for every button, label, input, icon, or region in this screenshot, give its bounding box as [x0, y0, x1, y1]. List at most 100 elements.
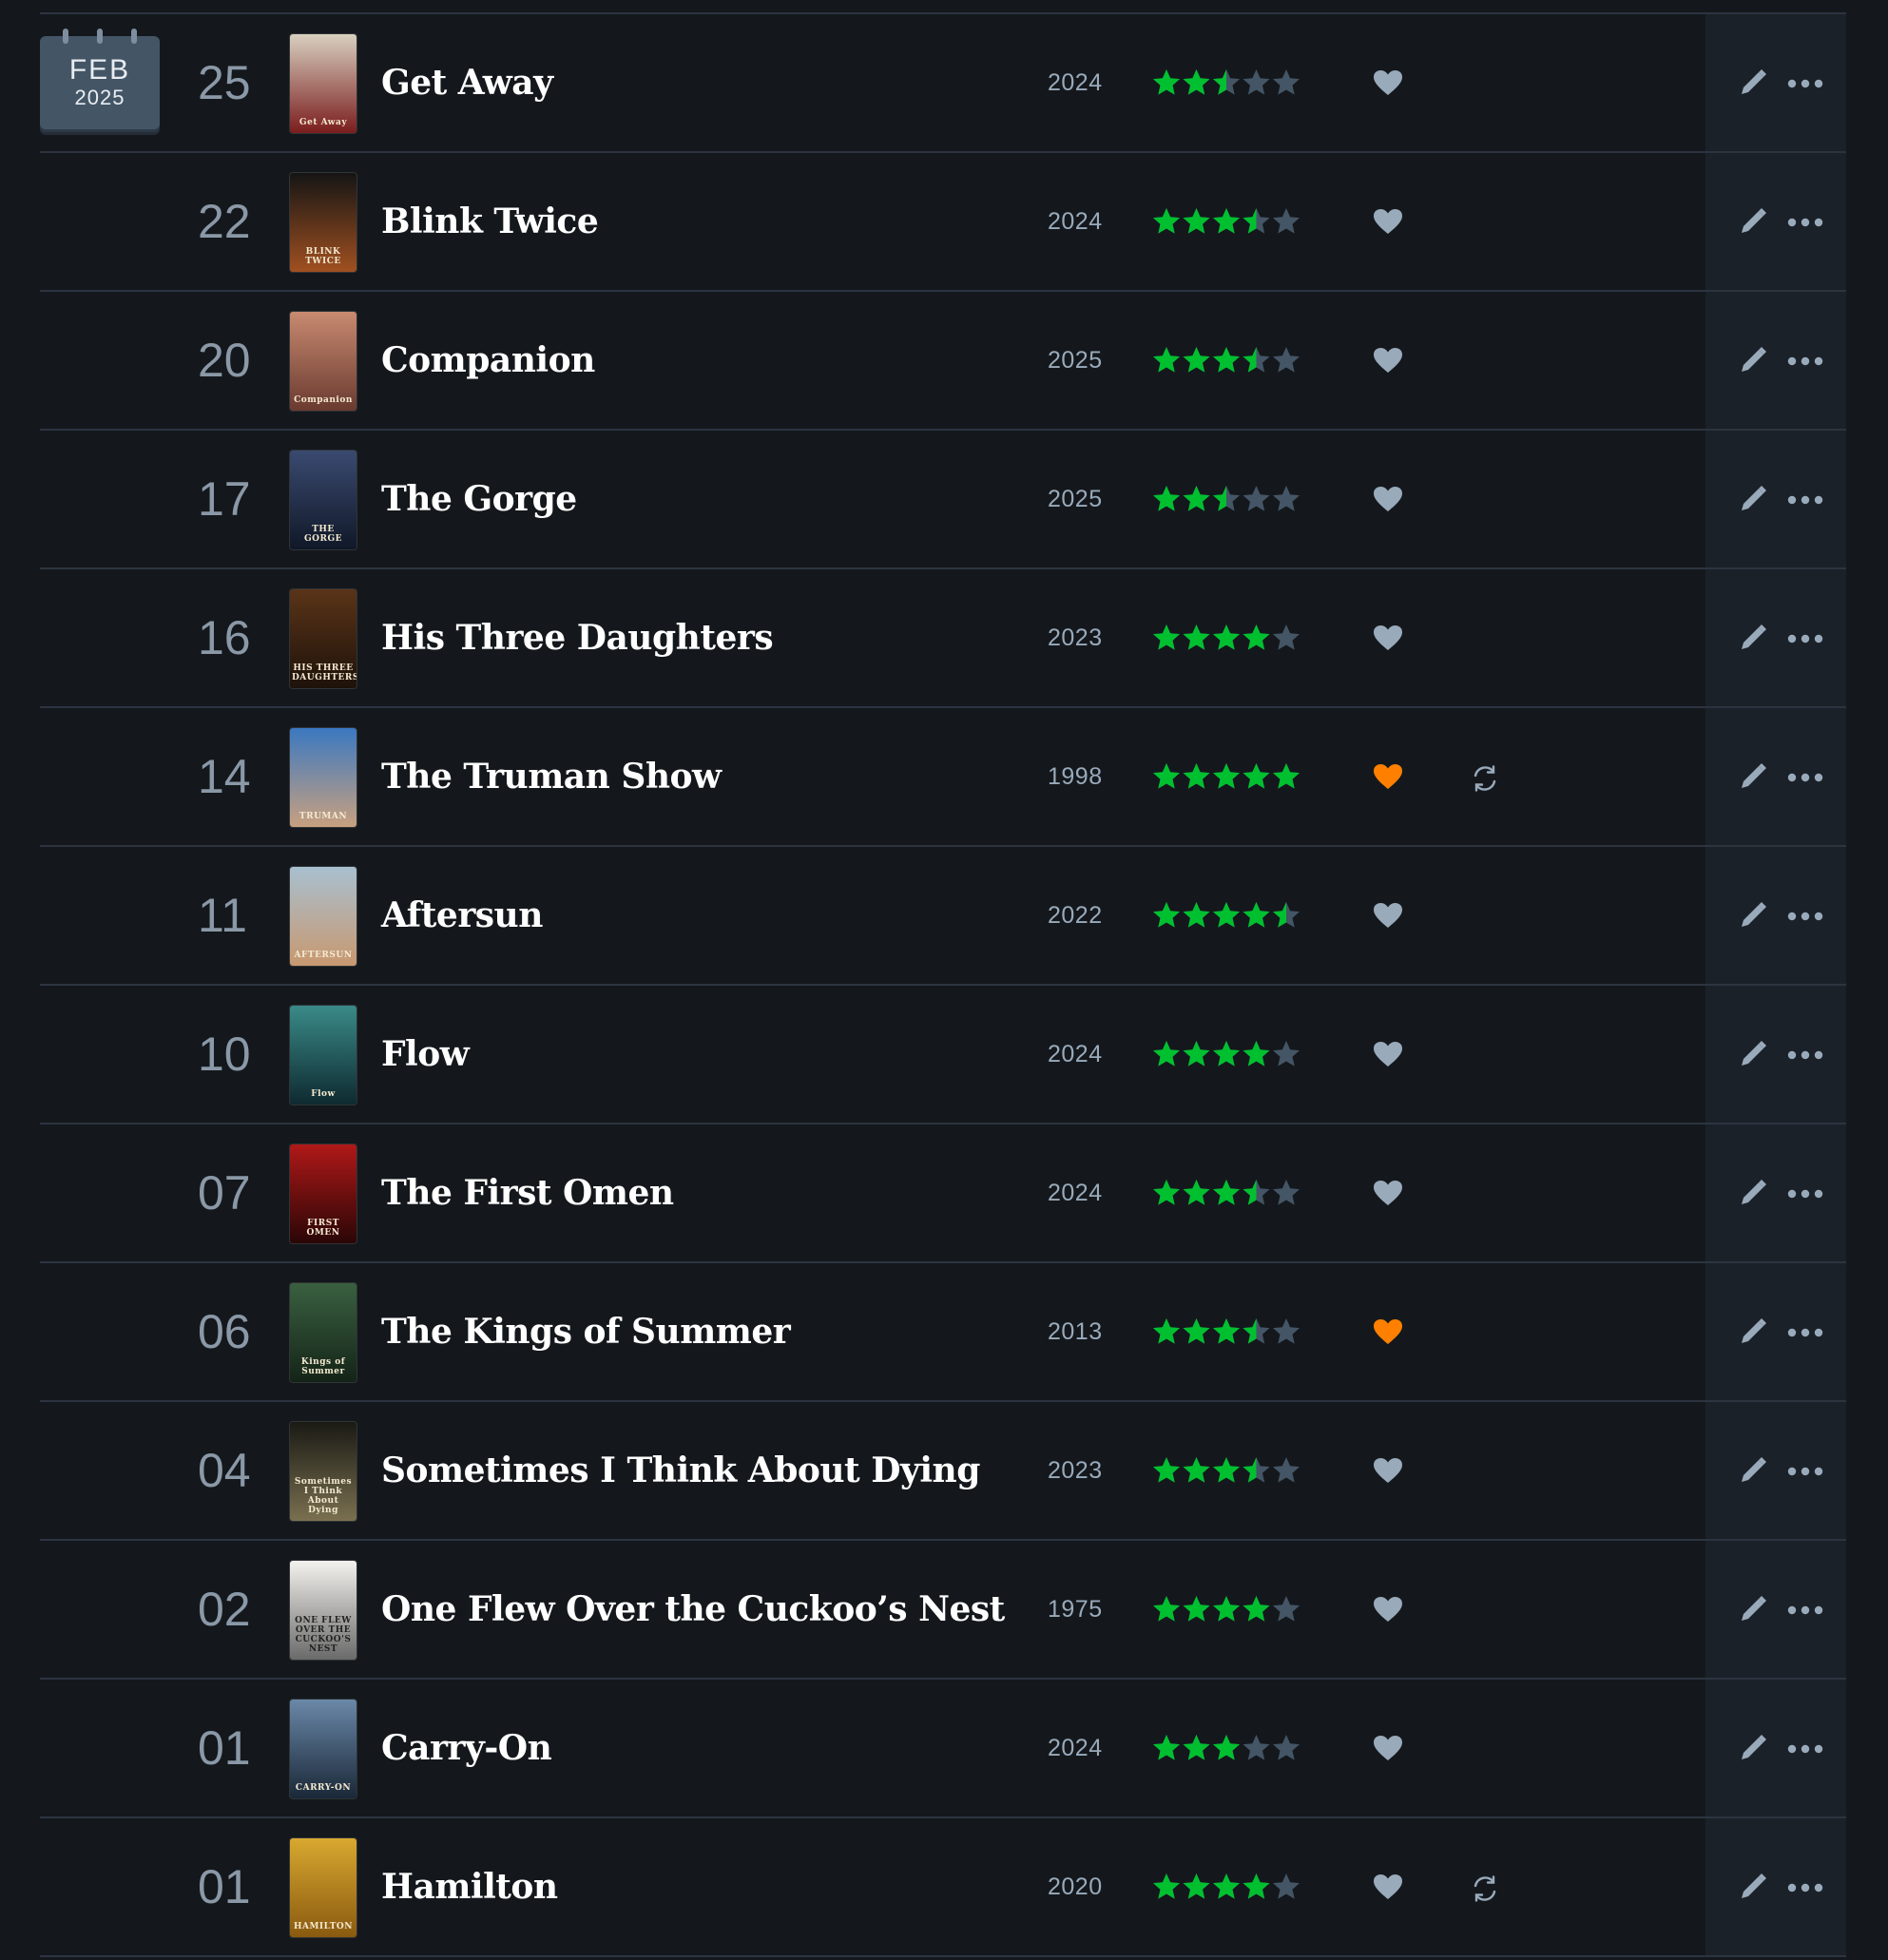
film-poster[interactable]: Kings of Summer	[290, 1283, 356, 1382]
edit-pencil-icon[interactable]	[1738, 1455, 1768, 1486]
star-rating	[1151, 1455, 1303, 1486]
more-options-icon[interactable]	[1786, 216, 1824, 229]
actions-column-bg	[1705, 708, 1846, 845]
film-poster[interactable]: THE GORGE	[290, 451, 356, 549]
film-title-link[interactable]: The Truman Show	[381, 708, 722, 845]
edit-pencil-icon[interactable]	[1738, 623, 1768, 653]
like-heart-icon[interactable]	[1373, 208, 1403, 235]
more-options-icon[interactable]	[1786, 910, 1824, 923]
star-rating	[1151, 1178, 1303, 1208]
more-options-icon[interactable]	[1786, 1187, 1824, 1201]
film-poster[interactable]: Flow	[290, 1006, 356, 1105]
edit-pencil-icon[interactable]	[1738, 345, 1768, 375]
edit-pencil-icon[interactable]	[1738, 206, 1768, 237]
more-options-icon[interactable]	[1786, 1742, 1824, 1756]
like-heart-icon[interactable]	[1373, 1318, 1403, 1345]
more-options-icon[interactable]	[1786, 1326, 1824, 1339]
like-heart-icon[interactable]	[1373, 1457, 1403, 1484]
film-title-link[interactable]: The Gorge	[381, 431, 577, 567]
calendar-month-badge[interactable]: FEB 2025	[40, 29, 160, 129]
film-title-link[interactable]: Aftersun	[381, 847, 543, 984]
poster-caption: BLINK TWICE	[305, 247, 341, 266]
release-year[interactable]: 1998	[1048, 708, 1103, 845]
film-title-link[interactable]: Flow	[381, 986, 470, 1123]
release-year[interactable]: 2024	[1048, 1680, 1103, 1816]
like-heart-icon[interactable]	[1373, 1180, 1403, 1206]
like-heart-icon[interactable]	[1373, 486, 1403, 512]
edit-pencil-icon[interactable]	[1738, 1872, 1768, 1902]
film-poster[interactable]: Get Away	[290, 34, 356, 133]
more-options-icon[interactable]	[1786, 1048, 1824, 1062]
release-year[interactable]: 2020	[1048, 1818, 1103, 1955]
more-options-icon[interactable]	[1786, 1881, 1824, 1894]
film-poster[interactable]: FIRST OMEN	[290, 1144, 356, 1243]
release-year[interactable]: 1975	[1048, 1541, 1103, 1678]
like-heart-icon[interactable]	[1373, 1874, 1403, 1900]
rewatch-icon	[1470, 763, 1500, 794]
edit-pencil-icon[interactable]	[1738, 1316, 1768, 1347]
film-title-link[interactable]: One Flew Over the Cuckoo’s Nest	[381, 1541, 1005, 1678]
edit-pencil-icon[interactable]	[1738, 484, 1768, 514]
more-options-icon[interactable]	[1786, 355, 1824, 368]
release-year[interactable]: 2022	[1048, 847, 1103, 984]
release-year[interactable]: 2024	[1048, 153, 1103, 290]
like-heart-icon[interactable]	[1373, 763, 1403, 790]
more-options-icon[interactable]	[1786, 1604, 1824, 1617]
like-heart-icon[interactable]	[1373, 1041, 1403, 1067]
edit-pencil-icon[interactable]	[1738, 761, 1768, 792]
like-heart-icon[interactable]	[1373, 625, 1403, 651]
edit-pencil-icon[interactable]	[1738, 1178, 1768, 1208]
release-year[interactable]: 2025	[1048, 292, 1103, 429]
film-title-link[interactable]: The First Omen	[381, 1124, 674, 1261]
diary-entry-row: 01 HAMILTON Hamilton 2020	[40, 1818, 1846, 1957]
like-heart-icon[interactable]	[1373, 1735, 1403, 1761]
more-options-icon[interactable]	[1786, 771, 1824, 784]
edit-pencil-icon[interactable]	[1738, 1594, 1768, 1624]
film-poster[interactable]: AFTERSUN	[290, 867, 356, 966]
film-poster[interactable]: ONE FLEW OVER THE CUCKOO'S NEST	[290, 1561, 356, 1660]
film-title-link[interactable]: Hamilton	[381, 1818, 558, 1955]
film-poster[interactable]: BLINK TWICE	[290, 173, 356, 272]
rewatch-icon	[1470, 1874, 1500, 1904]
diary-entry-row: 14 TRUMAN The Truman Show 1998	[40, 708, 1846, 847]
edit-pencil-icon[interactable]	[1738, 1733, 1768, 1763]
film-poster[interactable]: TRUMAN	[290, 728, 356, 827]
actions-column-bg	[1705, 1818, 1846, 1955]
more-options-icon[interactable]	[1786, 1465, 1824, 1478]
release-year[interactable]: 2025	[1048, 431, 1103, 567]
diary-entry-row: 22 BLINK TWICE Blink Twice 2024	[40, 153, 1846, 292]
diary-entry-row: 11 AFTERSUN Aftersun 2022	[40, 847, 1846, 986]
like-heart-icon[interactable]	[1373, 69, 1403, 96]
like-heart-icon[interactable]	[1373, 902, 1403, 929]
film-title-link[interactable]: Get Away	[381, 14, 553, 151]
release-year[interactable]: 2023	[1048, 569, 1103, 706]
film-poster[interactable]: CARRY-ON	[290, 1700, 356, 1798]
release-year[interactable]: 2024	[1048, 1124, 1103, 1261]
film-title-link[interactable]: His Three Daughters	[381, 569, 774, 706]
edit-pencil-icon[interactable]	[1738, 900, 1768, 931]
film-poster[interactable]: Companion	[290, 312, 356, 411]
more-options-icon[interactable]	[1786, 632, 1824, 645]
film-title-link[interactable]: Companion	[381, 292, 595, 429]
edit-pencil-icon[interactable]	[1738, 1039, 1768, 1069]
more-options-icon[interactable]	[1786, 493, 1824, 507]
film-poster[interactable]: HAMILTON	[290, 1838, 356, 1937]
release-year[interactable]: 2024	[1048, 986, 1103, 1123]
edit-pencil-icon[interactable]	[1738, 67, 1768, 98]
diary-list: 25 Get Away Get Away 2024 FEB 2025 22 BLI…	[40, 0, 1846, 1957]
release-year[interactable]: 2024	[1048, 14, 1103, 151]
like-heart-icon[interactable]	[1373, 1596, 1403, 1623]
star-rating	[1151, 345, 1303, 375]
poster-caption: Flow	[311, 1089, 336, 1099]
like-heart-icon[interactable]	[1373, 347, 1403, 374]
film-title-link[interactable]: The Kings of Summer	[381, 1263, 791, 1400]
star-rating	[1151, 484, 1303, 514]
film-poster[interactable]: Sometimes I Think About Dying	[290, 1422, 356, 1521]
film-title-link[interactable]: Carry-On	[381, 1680, 552, 1816]
release-year[interactable]: 2023	[1048, 1402, 1103, 1539]
release-year[interactable]: 2013	[1048, 1263, 1103, 1400]
film-title-link[interactable]: Sometimes I Think About Dying	[381, 1402, 980, 1539]
film-title-link[interactable]: Blink Twice	[381, 153, 599, 290]
film-poster[interactable]: HIS THREE DAUGHTERS	[290, 589, 356, 688]
more-options-icon[interactable]	[1786, 77, 1824, 90]
